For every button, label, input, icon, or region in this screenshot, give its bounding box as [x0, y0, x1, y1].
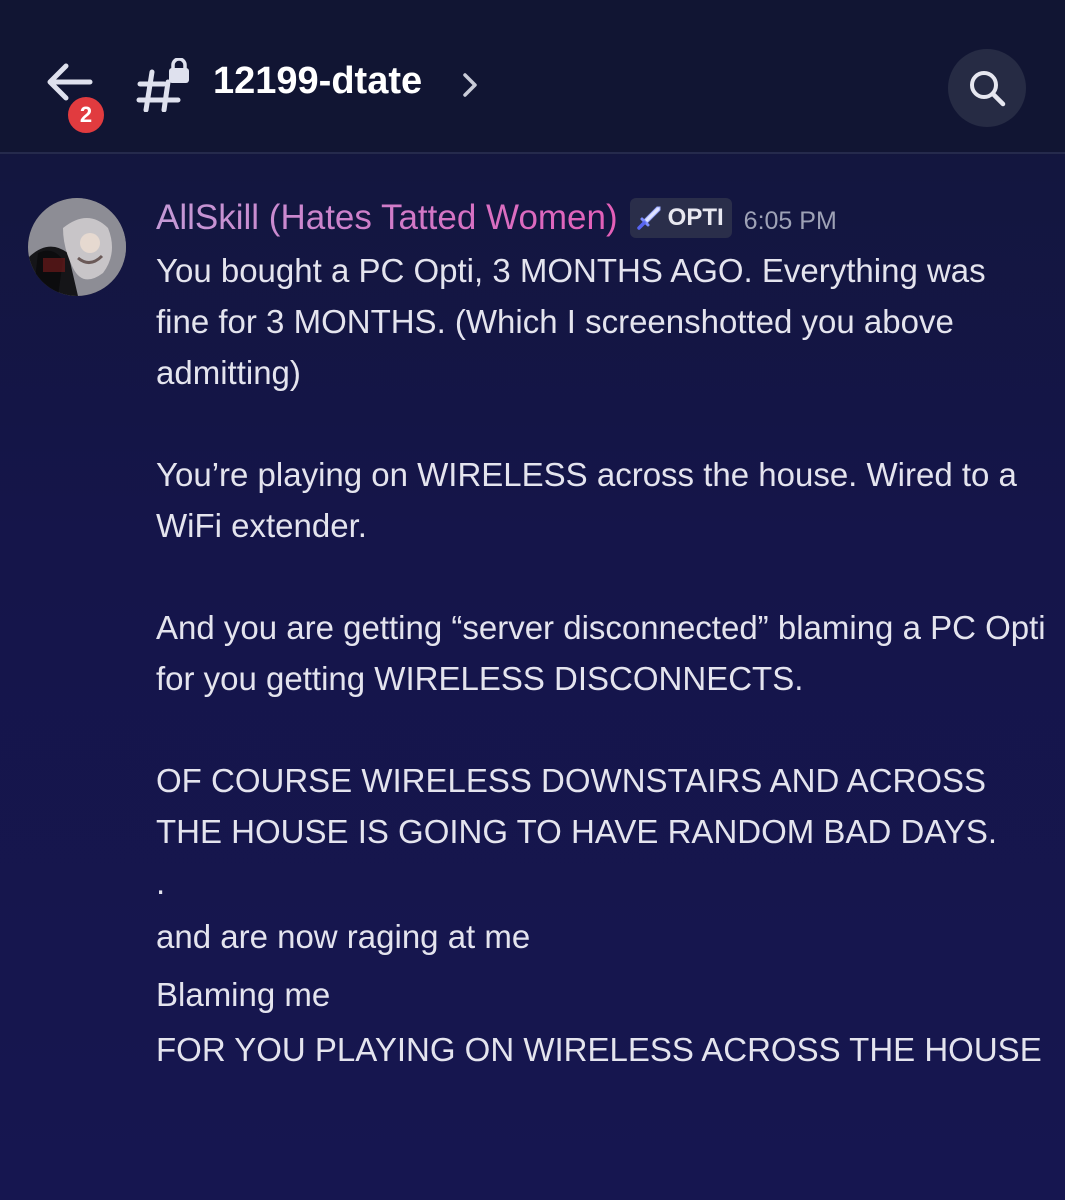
timestamp: 6:05 PM	[743, 206, 837, 235]
sword-icon	[636, 206, 661, 230]
avatar-image	[28, 198, 126, 296]
search-button[interactable]	[948, 49, 1026, 127]
message-paragraph: And you are getting “server disconnected…	[156, 609, 1046, 697]
server-tag[interactable]: OPTI	[629, 198, 732, 238]
message-paragraph: You’re playing on WIRELESS across the ho…	[156, 456, 1017, 544]
unread-badge: 2	[65, 94, 107, 136]
channel-header: 2 12199-dtate	[0, 0, 1065, 154]
locked-hash-icon	[136, 58, 189, 112]
search-icon	[970, 71, 1006, 107]
message-line: Blaming me	[156, 976, 331, 1013]
username[interactable]: AllSkill (Hates Tatted Women)	[156, 198, 618, 238]
message-paragraph: OF COURSE WIRELESS DOWNSTAIRS AND ACROSS…	[156, 762, 998, 850]
message-line: FOR YOU PLAYING ON WIRELESS ACROSS THE H…	[156, 1031, 1042, 1068]
back-button[interactable]: 2	[40, 58, 107, 136]
message-content: You bought a PC Opti, 3 MONTHS AGO. Ever…	[156, 245, 1046, 1075]
channel-name[interactable]: 12199-dtate	[213, 60, 422, 103]
avatar[interactable]	[28, 198, 126, 296]
chevron-right-icon[interactable]	[460, 70, 480, 100]
message-header: AllSkill (Hates Tatted Women) OPTI 6:05 …	[156, 194, 837, 242]
message-paragraph: .	[156, 864, 166, 901]
message-line: and are now raging at me	[156, 918, 531, 955]
server-tag-label: OPTI	[667, 204, 724, 231]
message-paragraph: You bought a PC Opti, 3 MONTHS AGO. Ever…	[156, 252, 986, 391]
